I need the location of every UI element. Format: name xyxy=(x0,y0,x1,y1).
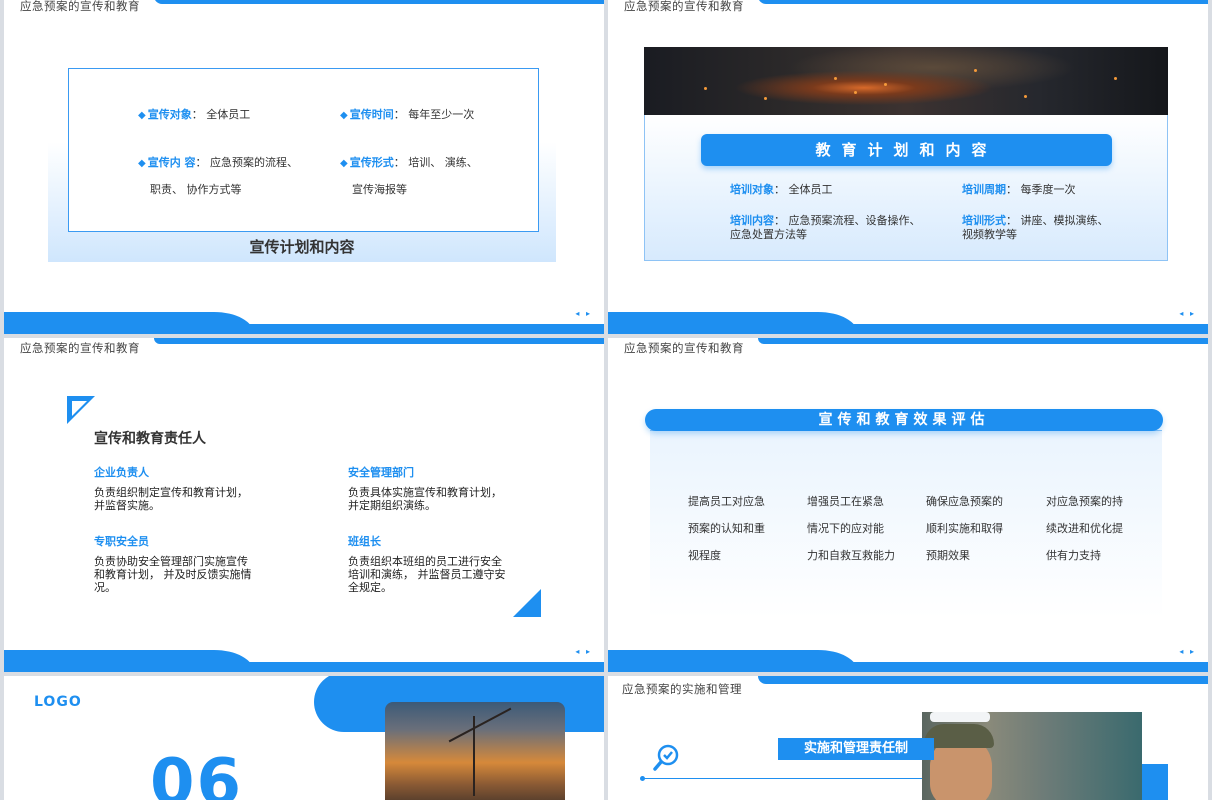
corner-accent xyxy=(67,396,95,424)
item-value: 应急预案流程、设备操作、 xyxy=(788,214,921,227)
section-title-pill: 宣传和教育效果评估 xyxy=(645,409,1163,431)
header-bar xyxy=(758,0,1208,4)
header-bar xyxy=(758,338,1208,344)
item-key: 宣传对象 xyxy=(147,108,192,121)
footer-bar xyxy=(4,324,604,334)
diamond-bullet-icon: ◆ xyxy=(340,110,348,121)
nav-arrows-icon[interactable]: ◂ ▸ xyxy=(575,309,592,318)
item-value: 全体员工 xyxy=(206,108,251,121)
diamond-bullet-icon: ◆ xyxy=(138,110,146,121)
section-tag: 实施和管理责任制 xyxy=(778,738,934,760)
item-value: 讲座、模拟演练、 xyxy=(1020,214,1109,227)
item-value: 每年至少一次 xyxy=(408,108,475,121)
item-key: 宣传时间 xyxy=(349,108,394,121)
item-separator: ： xyxy=(1006,214,1017,227)
block-text: 负责组织制定宣传和教育计划， 并监督实施。 xyxy=(94,486,248,512)
responsibility-block: 企业负责人 负责组织制定宣传和教育计划， 并监督实施。 xyxy=(94,464,274,512)
block-heading: 企业负责人 xyxy=(94,466,149,479)
section-title: 宣传计划和内容 xyxy=(249,238,355,256)
divider-dot xyxy=(640,776,645,781)
logo-text: LOGO xyxy=(34,694,82,710)
section-number: 06 xyxy=(150,746,244,800)
block-heading: 安全管理部门 xyxy=(348,466,414,479)
construction-crane-photo xyxy=(385,702,565,800)
nav-arrows-icon[interactable]: ◂ ▸ xyxy=(1179,309,1196,318)
block-heading: 专职安全员 xyxy=(94,535,149,548)
search-check-icon xyxy=(653,744,679,771)
nav-arrows-icon[interactable]: ◂ ▸ xyxy=(575,647,592,656)
slide-header: 应急预案的宣传和教育 xyxy=(20,341,140,355)
item-separator: ： xyxy=(195,156,207,169)
effect-column: 确保应急预案的 顺利实施和取得 预期效果 xyxy=(926,495,1003,562)
effect-column: 增强员工在紧急 情况下的应对能 力和自救互救能力 xyxy=(807,495,895,562)
block-text: 负责组织本班组的员工进行安全 培训和演练， 并监督员工遵守安 全规定。 xyxy=(348,555,506,594)
slide-5-thumbnail[interactable]: LOGO 06 xyxy=(4,676,604,800)
slide-3-thumbnail[interactable]: 应急预案的宣传和教育 宣传和教育责任人 企业负责人 负责组织制定宣传和教育计划，… xyxy=(4,338,604,672)
item-value: 应急预案的流程、 xyxy=(210,156,299,169)
diamond-bullet-icon: ◆ xyxy=(340,158,348,169)
block-text: 负责协助安全管理部门实施宣传 和教育计划， 并及时反馈实施情 况。 xyxy=(94,555,252,594)
accent-block xyxy=(1142,764,1168,800)
block-heading: 班组长 xyxy=(348,535,381,548)
effect-column: 提高员工对应急 预案的认知和重 视程度 xyxy=(688,495,765,562)
slide-header: 应急预案的宣传和教育 xyxy=(624,0,744,13)
responsibility-block: 安全管理部门 负责具体实施宣传和教育计划， 并定期组织演练。 xyxy=(348,464,528,512)
item-value-continued: 视频教学等 xyxy=(962,228,1017,241)
responsibility-block: 班组长 负责组织本班组的员工进行安全 培训和演练， 并监督员工遵守安 全规定。 xyxy=(348,533,528,594)
divider-line xyxy=(642,778,962,779)
item-key: 培训形式 xyxy=(962,214,1006,227)
info-item: ◆ 宣传内 容： 应急预案的流程、 职责、 协作方式等 xyxy=(138,150,298,203)
info-item: ◆ 宣传形式： 培训、 演练、 宣传海报等 xyxy=(340,150,478,203)
item-separator: ： xyxy=(393,108,405,121)
item-separator: ： xyxy=(1006,183,1017,196)
item-separator: ： xyxy=(774,183,785,196)
info-item: 培训对象： 全体员工 xyxy=(730,183,833,197)
welding-photo xyxy=(644,47,1168,115)
item-value-continued: 应急处置方法等 xyxy=(730,228,807,241)
item-key: 培训周期 xyxy=(962,183,1006,196)
section-title: 宣传和教育责任人 xyxy=(94,431,206,447)
effect-column: 对应急预案的持 续改进和优化提 供有力支持 xyxy=(1046,495,1123,562)
item-key: 培训对象 xyxy=(730,183,774,196)
slide-6-thumbnail[interactable]: 应急预案的实施和管理 实施和管理责任制 xyxy=(608,676,1208,800)
header-bar xyxy=(758,676,1208,684)
block-text: 负责具体实施宣传和教育计划， 并定期组织演练。 xyxy=(348,486,502,512)
info-item: 培训周期： 每季度一次 xyxy=(962,183,1076,197)
slide-4-thumbnail[interactable]: 应急预案的宣传和教育 宣传和教育效果评估 提高员工对应急 预案的认知和重 视程度 增… xyxy=(608,338,1208,672)
worker-photo xyxy=(922,712,1142,800)
header-bar xyxy=(154,338,604,344)
item-value-continued: 职责、 协作方式等 xyxy=(150,183,242,196)
info-item: 培训形式： 讲座、模拟演练、 视频教学等 xyxy=(962,214,1109,242)
header-bar xyxy=(154,0,604,4)
footer-bar xyxy=(608,662,1208,672)
slide-header: 应急预案的宣传和教育 xyxy=(624,341,744,355)
item-key: 培训内容 xyxy=(730,214,774,227)
info-item: 培训内容： 应急预案流程、设备操作、 应急处置方法等 xyxy=(730,214,921,242)
footer-bar xyxy=(4,662,604,672)
nav-arrows-icon[interactable]: ◂ ▸ xyxy=(1179,647,1196,656)
item-key: 宣传内 容 xyxy=(147,156,196,169)
item-separator: ： xyxy=(393,156,405,169)
info-item: ◆ 宣传时间： 每年至少一次 xyxy=(340,102,474,129)
section-title-pill: 教育计划和内容 xyxy=(701,134,1112,166)
item-separator: ： xyxy=(191,108,203,121)
slide-1-thumbnail[interactable]: 应急预案的宣传和教育 ◆ 宣传对象： 全体员工 ◆ 宣传时间： 每年至少一次 ◆ 宣传… xyxy=(4,0,604,334)
info-item: ◆ 宣传对象： 全体员工 xyxy=(138,102,250,129)
item-separator: ： xyxy=(774,214,785,227)
item-key: 宣传形式 xyxy=(349,156,394,169)
item-value: 培训、 演练、 xyxy=(408,156,478,169)
item-value-continued: 宣传海报等 xyxy=(352,183,407,196)
slide-2-thumbnail[interactable]: 应急预案的宣传和教育 教育计划和内容 培训对象： 全体员工 培训周期： 每季度一… xyxy=(608,0,1208,334)
slide-header: 应急预案的宣传和教育 xyxy=(20,0,140,13)
item-value: 全体员工 xyxy=(788,183,833,196)
responsibility-block: 专职安全员 负责协助安全管理部门实施宣传 和教育计划， 并及时反馈实施情 况。 xyxy=(94,533,274,594)
slide-header: 应急预案的实施和管理 xyxy=(622,682,742,696)
diamond-bullet-icon: ◆ xyxy=(138,158,146,169)
item-value: 每季度一次 xyxy=(1020,183,1076,196)
footer-bar xyxy=(608,324,1208,334)
